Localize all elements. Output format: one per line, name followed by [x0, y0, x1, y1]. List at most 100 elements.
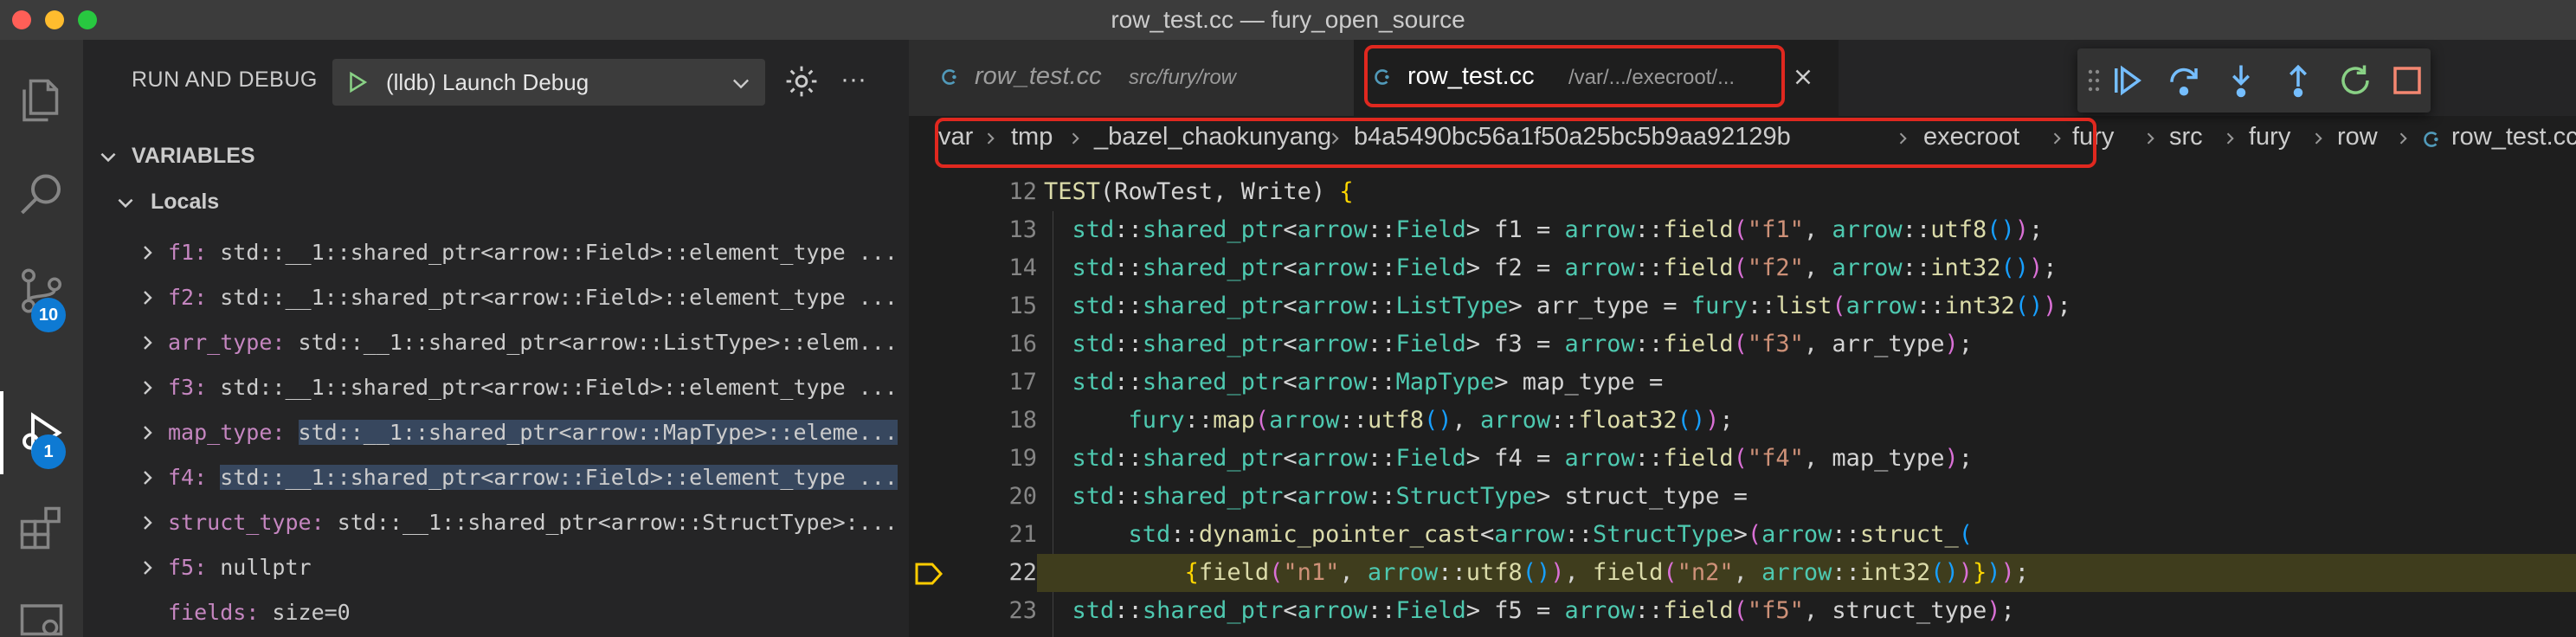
chevron-right-icon	[2399, 132, 2407, 145]
chevron-right-icon[interactable]	[137, 422, 158, 443]
variable-row[interactable]: struct_type: std::__1::shared_ptr<arrow:…	[83, 500, 909, 545]
chevron-right-icon	[2053, 132, 2061, 145]
variable-name: f2:	[168, 285, 208, 310]
code-line[interactable]: 14 std::shared_ptr<arrow::Field> f2 = ar…	[909, 249, 2576, 287]
breadcrumb-item[interactable]: fury	[2249, 123, 2290, 151]
breadcrumb-item[interactable]: row_test.cc	[2451, 123, 2576, 151]
variable-row[interactable]: f4: std::__1::shared_ptr<arrow::Field>::…	[83, 455, 909, 500]
breadcrumb-item[interactable]: fury	[2072, 123, 2114, 151]
tab-row-test-src[interactable]: row_test.cc src/fury/row	[909, 40, 1354, 116]
code-line[interactable]: 21 std::dynamic_pointer_cast<arrow::Stru…	[909, 516, 2576, 554]
code-line[interactable]: 13 std::shared_ptr<arrow::Field> f1 = ar…	[909, 211, 2576, 249]
variable-row[interactable]: map_type: std::__1::shared_ptr<arrow::Ma…	[83, 410, 909, 455]
variable-value: std::__1::shared_ptr<arrow::Field>::elem…	[220, 240, 898, 265]
chevron-right-icon[interactable]	[137, 557, 158, 578]
line-number: 17	[1008, 369, 1037, 396]
chevron-right-icon[interactable]	[137, 242, 158, 263]
chevron-right-icon[interactable]	[137, 467, 158, 488]
variable-row[interactable]: f5: nullptr	[83, 545, 909, 590]
chevron-right-icon	[2226, 132, 2234, 145]
search-icon[interactable]	[10, 164, 73, 227]
variable-row[interactable]: f1: std::__1::shared_ptr<arrow::Field>::…	[83, 230, 909, 275]
start-debugging-icon[interactable]	[345, 69, 370, 95]
breadcrumb-item[interactable]: _bazel_chaokunyang	[1094, 123, 1331, 151]
variables-title: VARIABLES	[132, 144, 255, 168]
code-line[interactable]: 16 std::shared_ptr<arrow::Field> f3 = ar…	[909, 325, 2576, 364]
breadcrumb-item[interactable]: row	[2337, 123, 2378, 151]
variable-row[interactable]: arr_type: std::__1::shared_ptr<arrow::Li…	[83, 320, 909, 365]
variable-row[interactable]: f2: std::__1::shared_ptr<arrow::Field>::…	[83, 275, 909, 320]
variable-value: std::__1::shared_ptr<arrow::StructType>:…	[337, 510, 898, 535]
code-line[interactable]: 17 std::shared_ptr<arrow::MapType> map_t…	[909, 364, 2576, 402]
tab-path: /var/.../execroot/...	[1568, 66, 1736, 89]
cpp-file-icon	[1375, 69, 1389, 85]
code-editor[interactable]: 12 TEST(RowTest, Write) { 13 std::shared_…	[909, 173, 2576, 637]
remote-explorer-icon[interactable]	[10, 592, 73, 637]
step-into-icon[interactable]	[2223, 62, 2259, 99]
launch-config-select[interactable]: (lldb) Launch Debug	[332, 59, 765, 106]
variable-name: f1:	[168, 240, 208, 265]
line-number: 23	[1008, 597, 1037, 624]
line-number: 14	[1008, 254, 1037, 281]
code-line-gutter[interactable]: 22	[909, 554, 1037, 592]
run-debug-sidebar: RUN AND DEBUG (lldb) Launch Debug ··· VA…	[83, 40, 909, 637]
window-title: row_test.cc — fury_open_source	[1111, 6, 1465, 33]
variable-name: arr_type:	[168, 330, 286, 355]
code-line[interactable]: 15 std::shared_ptr<arrow::ListType> arr_…	[909, 287, 2576, 325]
chevron-right-icon	[1331, 132, 1339, 145]
restart-icon[interactable]	[2337, 62, 2373, 99]
title-bar: row_test.cc — fury_open_source	[0, 0, 2576, 40]
variable-value: nullptr	[220, 555, 312, 580]
variable-name: f5:	[168, 555, 208, 580]
stop-icon[interactable]	[2389, 62, 2425, 99]
code-line[interactable]: 19 std::shared_ptr<arrow::Field> f4 = ar…	[909, 440, 2576, 478]
chevron-right-icon[interactable]	[137, 287, 158, 308]
variable-name: f3:	[168, 375, 208, 400]
code-line[interactable]: 12 TEST(RowTest, Write) {	[909, 173, 2576, 211]
variable-value: std::__1::shared_ptr<arrow::ListType>::e…	[298, 330, 898, 355]
chevron-right-icon	[1072, 132, 1079, 145]
explorer-icon[interactable]	[10, 69, 73, 132]
variable-value: std::__1::shared_ptr<arrow::Field>::elem…	[220, 285, 898, 310]
more-actions-icon[interactable]: ···	[834, 62, 873, 100]
variable-name: struct_type:	[168, 510, 325, 535]
cpp-file-icon	[942, 69, 956, 85]
debug-badge: 1	[31, 434, 66, 469]
chevron-down-icon	[100, 152, 116, 163]
variable-row[interactable]: f3: std::__1::shared_ptr<arrow::Field>::…	[83, 365, 909, 410]
breadcrumb-item[interactable]: var	[938, 123, 973, 151]
variables-section-header[interactable]: VARIABLES	[83, 135, 909, 177]
code-line[interactable]: 18 fury::map(arrow::utf8(), arrow::float…	[909, 402, 2576, 440]
editor-area: row_test.cc src/fury/row row_test.cc /va…	[909, 40, 2576, 637]
current-execution-line[interactable]: {field("n1", arrow::utf8()), field("n2",…	[1037, 554, 2576, 592]
code-line[interactable]: 23 std::shared_ptr<arrow::Field> f5 = ar…	[909, 592, 2576, 630]
variable-row[interactable]: fields: size=0	[83, 590, 909, 635]
code-line[interactable]: 20 std::shared_ptr<arrow::StructType> st…	[909, 478, 2576, 516]
breadcrumb-item[interactable]: b4a5490bc56a1f50a25bc5b9aa92129b	[1354, 123, 1791, 151]
locals-scope[interactable]: Locals	[83, 181, 909, 222]
breadcrumb-item[interactable]: execroot	[1923, 123, 2019, 151]
tab-name: row_test.cc	[1407, 62, 1535, 90]
chevron-right-icon[interactable]	[137, 377, 158, 398]
chevron-right-icon[interactable]	[137, 512, 158, 533]
line-number: 16	[1008, 331, 1037, 357]
drag-handle-icon[interactable]	[2086, 68, 2102, 93]
tab-name: row_test.cc	[975, 62, 1102, 90]
breadcrumb-item[interactable]: src	[2169, 123, 2203, 151]
line-number: 22	[1008, 559, 1037, 586]
continue-icon[interactable]	[2109, 62, 2145, 99]
activity-bar: 10 1	[0, 40, 83, 637]
chevron-down-icon	[733, 79, 749, 89]
tab-row-test-execroot[interactable]: row_test.cc /var/.../execroot/...	[1354, 40, 1839, 116]
scm-badge: 10	[31, 298, 66, 332]
close-icon[interactable]	[1790, 64, 1816, 90]
extensions-icon[interactable]	[10, 497, 73, 559]
debug-toolbar	[2077, 48, 2431, 113]
code-line[interactable]: 24 std::vector<std::shared_ptr<arrow::Fi…	[909, 630, 2576, 637]
step-out-icon[interactable]	[2280, 62, 2316, 99]
gear-icon[interactable]	[782, 62, 821, 100]
chevron-down-icon	[118, 198, 133, 209]
step-over-icon[interactable]	[2166, 62, 2202, 99]
chevron-right-icon[interactable]	[137, 332, 158, 353]
breadcrumb-item[interactable]: tmp	[1011, 123, 1053, 151]
